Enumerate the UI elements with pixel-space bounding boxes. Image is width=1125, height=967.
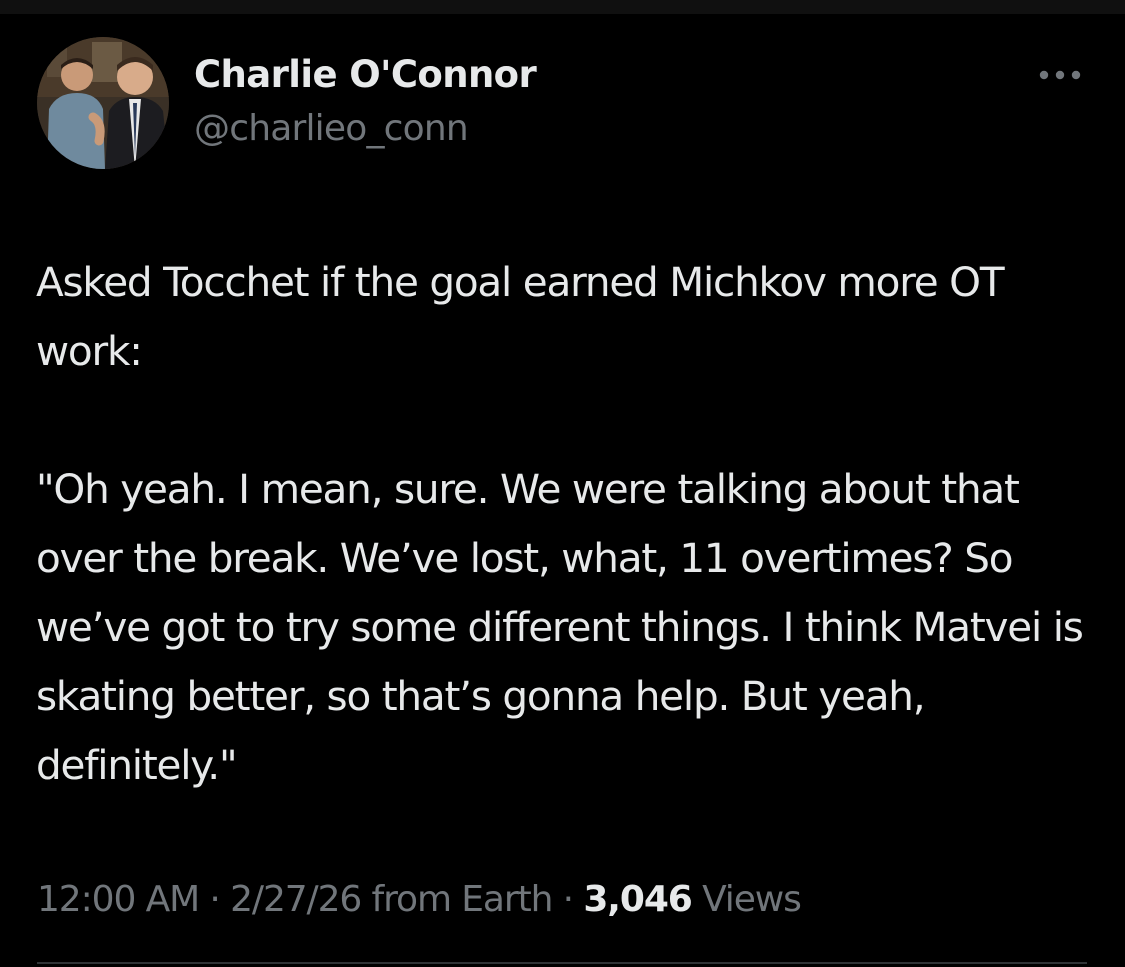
tweet-paragraph: "Oh yeah. I mean, sure. We were talking … (36, 465, 1084, 789)
author-display-name[interactable]: Charlie O'Connor (194, 53, 537, 96)
meta-separator: · (562, 879, 574, 920)
tweet-time[interactable]: 12:00 AM (37, 879, 200, 920)
avatar-photo (37, 37, 169, 169)
divider (37, 962, 1087, 964)
tweet-paragraph: Asked Tocchet if the goal earned Michkov… (36, 258, 1005, 375)
author-handle[interactable]: @charlieo_conn (194, 108, 469, 149)
more-options-button[interactable] (1030, 55, 1090, 95)
views-count[interactable]: 3,046 (583, 879, 692, 920)
tweet-text: Asked Tocchet if the goal earned Michkov… (36, 248, 1096, 800)
tweet-metadata: 12:00 AM · 2/27/26 from Earth · 3,046 Vi… (37, 879, 802, 920)
tweet-source: from Earth (371, 879, 554, 920)
avatar[interactable] (37, 37, 169, 169)
top-bar (0, 0, 1125, 14)
tweet-date[interactable]: 2/27/26 (230, 879, 362, 920)
more-horizontal-icon (1039, 70, 1081, 80)
meta-separator: · (209, 879, 220, 920)
views-label[interactable]: Views (702, 879, 802, 920)
